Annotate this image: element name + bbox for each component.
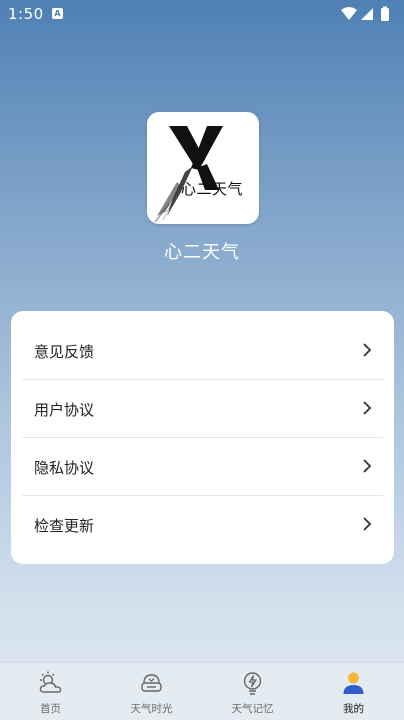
menu-item-user-agreement[interactable]: 用户协议 — [22, 380, 383, 437]
status-icons — [341, 6, 389, 21]
logo-text: 心二天气 — [181, 180, 244, 198]
menu-item-privacy-policy[interactable]: 隐私协议 — [22, 438, 383, 495]
battery-icon — [381, 8, 389, 21]
chevron-right-icon — [363, 343, 372, 357]
signal-icon — [361, 8, 373, 20]
settings-menu: 意见反馈 用户协议 隐私协议 检查更新 — [11, 311, 394, 564]
menu-item-label: 检查更新 — [34, 517, 95, 535]
sun-cloud-icon — [39, 671, 62, 693]
menu-item-label: 用户协议 — [34, 401, 95, 419]
lightning-bulb-icon — [243, 672, 262, 695]
weather-time-icon — [141, 674, 162, 692]
tab-weather-time[interactable]: 天气时光 — [101, 663, 202, 720]
app-name: 心二天气 — [164, 242, 240, 263]
wifi-icon — [341, 7, 357, 20]
tab-weather-memory[interactable]: 天气记忆 — [202, 663, 303, 720]
tab-label: 我的 — [343, 703, 364, 715]
tab-label: 首页 — [40, 703, 61, 715]
status-time: 1:50 — [8, 5, 44, 23]
chevron-right-icon — [363, 401, 372, 415]
tab-home[interactable]: 首页 — [0, 663, 101, 720]
menu-item-label: 隐私协议 — [34, 459, 95, 477]
menu-item-check-update[interactable]: 检查更新 — [22, 496, 383, 553]
status-bar: 1:50 A — [0, 0, 404, 28]
menu-item-label: 意见反馈 — [34, 343, 95, 361]
app-logo: 心二天气 — [147, 112, 259, 224]
menu-item-feedback[interactable]: 意见反馈 — [22, 322, 383, 379]
tab-label: 天气时光 — [130, 703, 173, 715]
chevron-right-icon — [363, 517, 372, 531]
notification-icon: A — [52, 8, 63, 19]
tab-mine[interactable]: 我的 — [303, 663, 404, 720]
chevron-right-icon — [363, 459, 372, 473]
user-icon — [343, 672, 364, 694]
bottom-tab-bar: 首页 天气时光 天气记忆 我的 — [0, 662, 404, 720]
x-brush-logo-icon — [154, 126, 223, 223]
tab-label: 天气记忆 — [231, 703, 274, 715]
